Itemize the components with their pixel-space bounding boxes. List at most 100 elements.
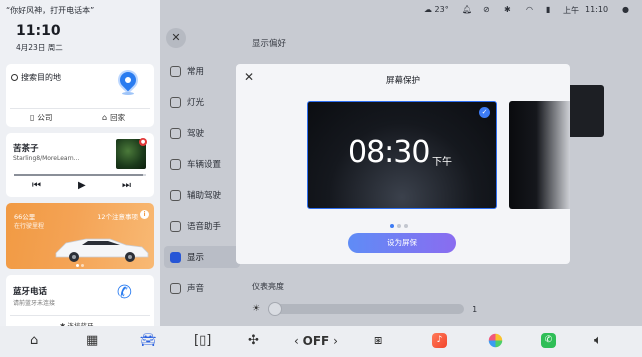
voice-hint: “你好风神，打开电话本” xyxy=(6,6,95,15)
carousel-dot[interactable] xyxy=(397,224,401,228)
music-app-icon[interactable]: ♪ xyxy=(432,333,447,348)
carousel-dot[interactable] xyxy=(404,224,408,228)
home-label: 回家 xyxy=(110,113,126,122)
bulb-icon xyxy=(170,96,181,108)
speaker-icon xyxy=(170,282,181,294)
settings-menu-item[interactable]: 显示 xyxy=(164,246,240,268)
settings-menu: ✕ 常用灯光驾驶车辆设置辅助驾驶语音助手显示声音 xyxy=(160,22,242,326)
notice-count[interactable]: 12个注意事项 xyxy=(97,211,138,221)
no-wifi-off-icon[interactable]: ⊘ xyxy=(483,5,490,14)
home-clock: 11:10 xyxy=(16,23,61,39)
settings-menu-item[interactable]: 车辆设置 xyxy=(170,153,238,175)
destination-search-label: 搜索目的地 xyxy=(21,73,61,82)
map-pin-icon xyxy=(116,68,140,92)
brightness-slider-handle[interactable] xyxy=(268,302,283,316)
display-icon xyxy=(170,251,181,263)
settings-menu-label: 声音 xyxy=(187,284,205,294)
account-icon[interactable]: ● xyxy=(622,5,629,14)
company-button[interactable]: ▯ 公司 xyxy=(30,112,52,123)
screen-saver-option-clock[interactable]: 08:30 下午 ✓ xyxy=(307,101,497,209)
seat-icon[interactable]: [▯] xyxy=(194,332,211,350)
home-button[interactable]: ⌂ 回家 xyxy=(102,112,125,123)
signal-icon: ▮ xyxy=(546,5,551,14)
selected-check-icon: ✓ xyxy=(479,107,490,118)
suv-icon xyxy=(55,238,149,262)
dialog-title: 屏幕保护 xyxy=(385,76,420,86)
left-panel: “你好风神，打开电话本” 11:10 4月23日 周二 搜索目的地 ▯ 公司 ⌂… xyxy=(0,0,160,335)
sun-icon: ☀ xyxy=(252,304,261,314)
steering-icon xyxy=(170,127,181,139)
bottom-dock: ⌂ ▦ 🚘︎ [▯] ✣ ‹ OFF › ⧆ ♪ ✆ 🔈︎ xyxy=(0,326,642,357)
settings-menu-label: 常用 xyxy=(187,67,205,77)
home-icon[interactable]: ⌂ xyxy=(30,332,38,350)
brightness-control: ☀ 1 xyxy=(252,300,632,318)
settings-menu-item[interactable]: 驾驶 xyxy=(170,122,238,144)
play-icon[interactable]: ▶ xyxy=(78,180,86,191)
destination-search[interactable]: 搜索目的地 xyxy=(11,72,61,83)
settings-menu-item[interactable]: 语音助手 xyxy=(170,215,238,237)
settings-menu-item[interactable]: 常用 xyxy=(170,60,238,82)
phone-bluetooth-icon: ✆ xyxy=(116,282,132,303)
building-icon: ▯ xyxy=(30,113,35,122)
volume-icon[interactable]: 🔈︎ xyxy=(594,332,602,350)
settings-menu-item[interactable]: 灯光 xyxy=(170,91,238,113)
bell-icon[interactable]: 🔔︎ xyxy=(462,5,472,14)
bluetooth-status-icon[interactable]: ✱ xyxy=(504,5,511,14)
screen-saver-dialog: ✕ 屏幕保护 08:30 下午 ✓ 设为屏保 xyxy=(236,64,570,264)
photos-app-icon[interactable] xyxy=(488,333,503,348)
pane-title: 显示偏好 xyxy=(252,39,287,49)
company-label: 公司 xyxy=(37,113,53,122)
bluetooth-subtitle: 请前蓝牙未连接 xyxy=(13,300,56,307)
home-date: 4月23日 周二 xyxy=(16,43,63,52)
music-progress[interactable] xyxy=(14,174,146,176)
brightness-slider[interactable] xyxy=(268,302,465,316)
screen-saver-option-next[interactable] xyxy=(509,101,570,209)
vehicle-status-card[interactable]: 66公里 在行驶里程 12个注意事项 i xyxy=(6,203,154,269)
assist-icon xyxy=(170,189,181,201)
car-settings-icon xyxy=(170,158,181,170)
weather-readout: ☁ 23° xyxy=(424,5,449,14)
apps-grid-icon[interactable]: ▦ xyxy=(86,332,98,350)
close-icon[interactable]: ✕ xyxy=(166,28,186,48)
settings-menu-label: 驾驶 xyxy=(187,129,205,139)
next-track-icon[interactable]: ⏭ xyxy=(122,180,131,191)
settings-menu-label: 车辆设置 xyxy=(187,160,222,170)
brightness-label: 仪表亮度 xyxy=(252,282,284,291)
ac-increase-icon[interactable]: › xyxy=(333,334,338,348)
house-icon: ⌂ xyxy=(102,113,108,122)
brightness-value: 1 xyxy=(472,304,478,314)
settings-menu-item[interactable]: 辅助驾驶 xyxy=(170,184,238,206)
range-sublabel: 在行驶里程 xyxy=(14,223,45,230)
settings-menu-item[interactable]: 声音 xyxy=(170,277,238,299)
divider xyxy=(10,315,150,316)
music-note-icon: ♪ xyxy=(436,335,443,345)
settings-menu-label: 语音助手 xyxy=(187,222,222,232)
range-label: 66公里 xyxy=(14,213,36,221)
vehicle-card-pager xyxy=(76,264,84,267)
set-screen-saver-button[interactable]: 设为屏保 xyxy=(348,233,456,253)
screen: “你好风神，打开电话本” 11:10 4月23日 周二 搜索目的地 ▯ 公司 ⌂… xyxy=(0,0,642,357)
wifi-icon[interactable]: ◠ xyxy=(526,5,533,14)
search-icon xyxy=(11,74,18,81)
ac-control: ‹ OFF › xyxy=(294,332,338,350)
phone-app-icon[interactable]: ✆ xyxy=(541,333,556,348)
phone-icon: ✆ xyxy=(544,335,553,345)
ac-decrease-icon[interactable]: ‹ xyxy=(294,334,299,348)
status-time: 11:10 xyxy=(585,5,609,14)
status-time-period: 上午 xyxy=(563,6,579,15)
map-pin-shadow xyxy=(122,92,134,95)
ac-status[interactable]: OFF xyxy=(303,334,330,348)
fan-icon[interactable]: ✣ xyxy=(248,332,259,350)
previous-track-icon[interactable]: ⏮ xyxy=(32,180,41,191)
car-icon[interactable]: 🚘︎ xyxy=(140,332,157,350)
saver-preview-time: 08:30 xyxy=(348,135,430,170)
bluetooth-title: 蓝牙电话 xyxy=(13,287,48,297)
info-icon[interactable]: i xyxy=(140,210,149,219)
music-card[interactable]: 苦茶子 Starling8/MoreLearn... ● ⏮ ▶ ⏭ xyxy=(6,133,154,197)
rear-defrost-icon[interactable]: ⧆ xyxy=(374,332,382,350)
music-progress-fill xyxy=(14,174,144,176)
voice-icon xyxy=(170,220,181,232)
settings-menu-label: 灯光 xyxy=(187,98,205,108)
carousel-dot[interactable] xyxy=(390,224,394,228)
navigation-card[interactable]: 搜索目的地 ▯ 公司 ⌂ 回家 xyxy=(6,64,154,127)
